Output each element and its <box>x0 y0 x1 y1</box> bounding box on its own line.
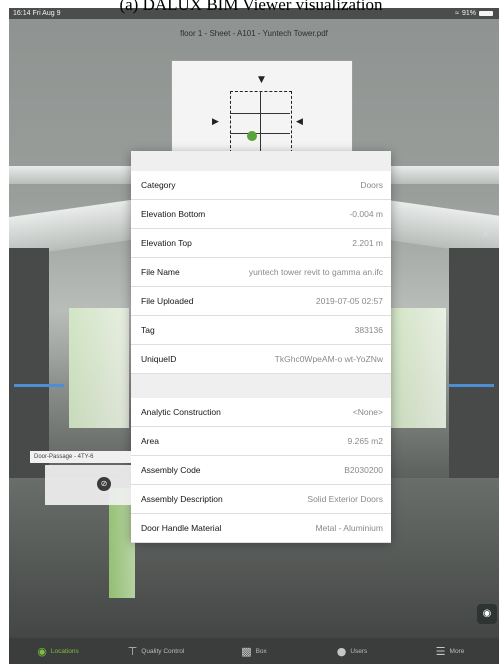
property-key: Elevation Bottom <box>141 209 206 219</box>
floor-plan-minimap[interactable]: ▼ ▶ ◀ <box>171 60 353 164</box>
tab-users[interactable]: ● Users <box>303 645 401 658</box>
eye-icon[interactable]: ◉ <box>477 604 497 624</box>
property-key: Area <box>141 436 159 446</box>
tablet-screen: 16:14 Fri Aug 9 ≈ 91% floor 1 - Sheet - … <box>9 8 499 664</box>
measure-icon: ⊤ <box>127 644 138 658</box>
tab-label: Locations <box>50 647 79 655</box>
property-value: B2030200 <box>344 465 383 475</box>
plan-title: floor 1 - Sheet - A101 - Yuntech Tower.p… <box>180 29 328 38</box>
property-value: 9.265 m2 <box>347 436 383 446</box>
property-value: Metal - Aluminium <box>315 523 383 533</box>
tab-quality-control[interactable]: ⊤ Quality Control <box>107 645 205 658</box>
properties-panel: Category Doors Elevation Bottom -0.004 m E… <box>131 151 391 543</box>
no-entry-icon: ⊘ <box>97 477 111 491</box>
tab-label: More <box>449 647 465 655</box>
users-icon: ● <box>336 644 347 658</box>
bottom-tab-bar: ◉ Locations ⊤ Quality Control ▩ Box ● Us… <box>9 638 499 664</box>
property-key: Category <box>141 180 176 190</box>
tab-label: Users <box>350 647 368 655</box>
property-key: Elevation Top <box>141 238 192 248</box>
glass-panel <box>69 308 129 428</box>
element-label[interactable]: Door-Passage - 4TY-6 <box>30 451 131 463</box>
property-value: -0.004 m <box>349 209 383 219</box>
element-action-button[interactable]: ⊘ <box>45 465 131 505</box>
section-spacer <box>131 374 391 398</box>
property-value: TkGhc0WpeAM-o wt-YoZNw <box>274 354 383 364</box>
property-row[interactable]: Area 9.265 m2 <box>131 427 391 456</box>
property-row[interactable]: File Uploaded 2019-07-05 02:57 <box>131 287 391 316</box>
property-row[interactable]: Elevation Bottom -0.004 m <box>131 200 391 229</box>
highlight-strip <box>449 384 494 387</box>
property-row[interactable]: Assembly Code B2030200 <box>131 456 391 485</box>
plan-gridline <box>230 133 290 134</box>
menu-icon: ☰ <box>435 644 446 658</box>
property-row[interactable]: Assembly Description Solid Exterior Doors <box>131 485 391 514</box>
property-row[interactable]: UniqueID TkGhc0WpeAM-o wt-YoZNw <box>131 345 391 374</box>
tab-label: Quality Control <box>141 647 185 655</box>
position-marker <box>247 131 257 141</box>
property-value: Solid Exterior Doors <box>307 494 383 504</box>
camera-marker-icon: ◀ <box>296 117 303 127</box>
tab-more[interactable]: ☰ More <box>401 645 499 658</box>
property-key: Door Handle Material <box>141 523 222 533</box>
location-pin-icon: ◉ <box>37 644 47 658</box>
property-key: File Name <box>141 267 180 277</box>
close-icon[interactable]: ✕ <box>481 228 490 241</box>
wall <box>449 248 499 478</box>
plan-gridline <box>260 91 261 151</box>
highlight-strip <box>14 384 64 387</box>
property-row[interactable]: Analytic Construction <None> <box>131 398 391 427</box>
glass-panel <box>391 308 446 428</box>
camera-marker-icon: ▼ <box>258 75 265 85</box>
folder-icon: ▩ <box>241 644 252 658</box>
tab-box[interactable]: ▩ Box <box>205 645 303 658</box>
property-key: Assembly Code <box>141 465 201 475</box>
property-key: Analytic Construction <box>141 407 221 417</box>
property-row[interactable]: Door Handle Material Metal - Aluminium <box>131 514 391 543</box>
figure-caption: (a) DALUX BIM Viewer visualization <box>119 0 383 14</box>
property-value: 2019-07-05 02:57 <box>315 296 383 306</box>
tab-label: Box <box>255 647 267 655</box>
property-value: Doors <box>360 180 383 190</box>
property-key: UniqueID <box>141 354 177 364</box>
camera-marker-icon: ▶ <box>212 117 219 127</box>
wall <box>9 248 49 478</box>
tab-locations[interactable]: ◉ Locations <box>9 645 107 658</box>
property-row[interactable]: Tag 383136 <box>131 316 391 345</box>
property-value: <None> <box>352 407 383 417</box>
property-row[interactable]: Elevation Top 2.201 m <box>131 229 391 258</box>
battery-icon <box>479 11 493 16</box>
property-value: yuntech tower revit to gamma an.ifc <box>248 267 383 277</box>
properties-group-construction: Analytic Construction <None> Area 9.265 m2… <box>131 398 391 543</box>
property-key: Assembly Description <box>141 494 223 504</box>
property-value: 383136 <box>354 325 383 335</box>
properties-group-general: Category Doors Elevation Bottom -0.004 m E… <box>131 171 391 374</box>
section-spacer <box>131 151 391 171</box>
property-row[interactable]: Category Doors <box>131 171 391 200</box>
property-value: 2.201 m <box>352 238 383 248</box>
property-key: File Uploaded <box>141 296 194 306</box>
property-key: Tag <box>141 325 155 335</box>
property-row[interactable]: File Name yuntech tower revit to gamma an… <box>131 258 391 287</box>
plan-grid <box>230 91 292 153</box>
